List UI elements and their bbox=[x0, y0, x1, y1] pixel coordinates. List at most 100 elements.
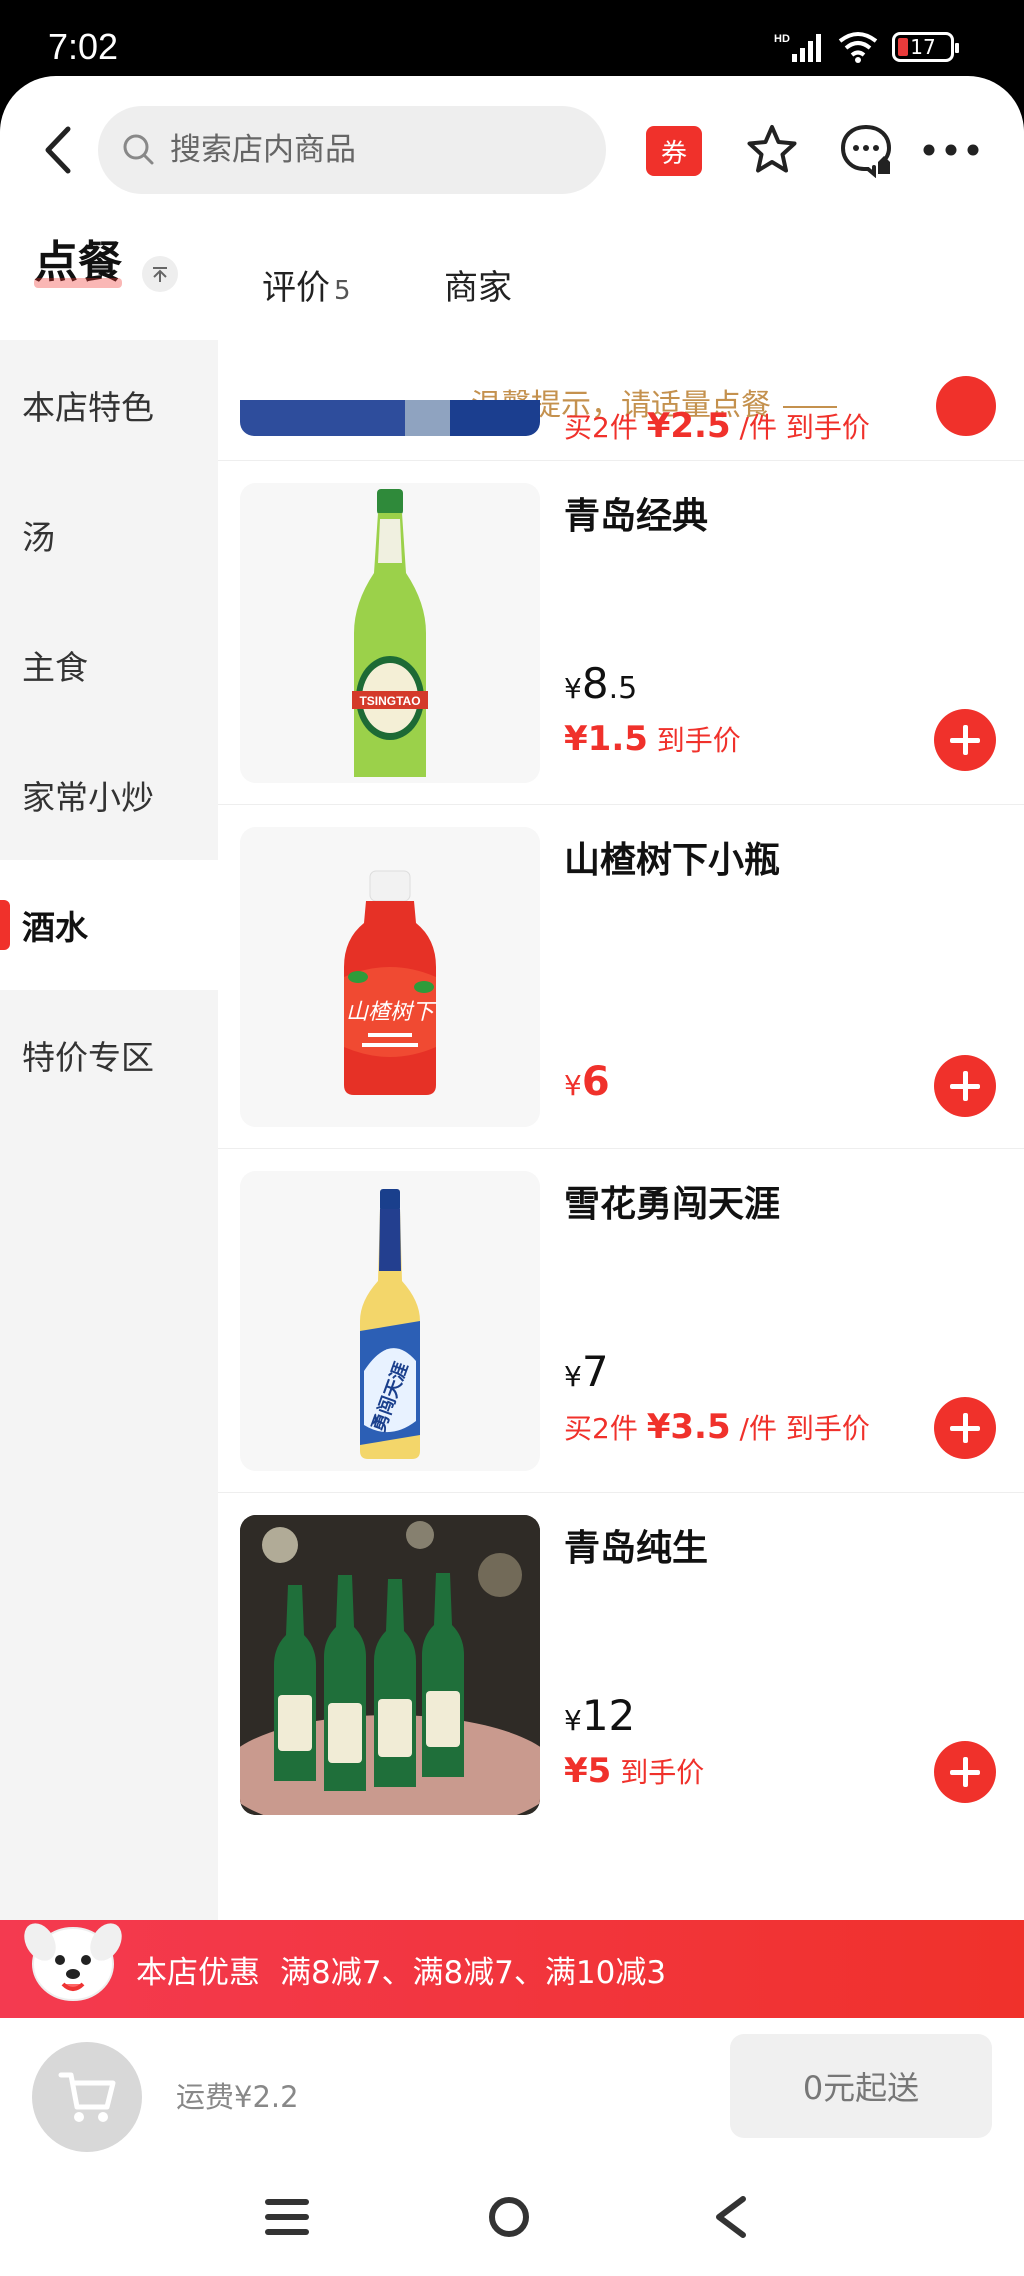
nav-menu-button[interactable] bbox=[252, 2182, 322, 2252]
price-int: 8 bbox=[581, 659, 609, 708]
nav-back-button[interactable] bbox=[696, 2182, 766, 2252]
sidebar-item-label: 本店特色 bbox=[22, 388, 154, 427]
sidebar-empty bbox=[0, 1120, 218, 1920]
coupon-button[interactable]: 券 bbox=[646, 126, 702, 176]
favorite-button[interactable] bbox=[742, 120, 802, 180]
shopping-cart-icon bbox=[58, 2072, 116, 2122]
product-list: 温馨提示，请适量点餐 买2件 ¥2.5 /件 到手价 TSINGTAO 青岛经典… bbox=[218, 340, 1024, 1920]
nav-home-button[interactable] bbox=[474, 2182, 544, 2252]
tab-merchant-label: 商家 bbox=[444, 268, 512, 308]
tab-merchant[interactable]: 商家 bbox=[444, 260, 512, 309]
price-int: 7 bbox=[581, 1347, 609, 1396]
price-dec: .5 bbox=[608, 671, 638, 706]
min-order-button[interactable]: 0元起送 bbox=[730, 2034, 992, 2138]
promo-suffix: /件 到手价 bbox=[739, 411, 870, 444]
blue-beer-bottle-image: 勇闯天涯 bbox=[240, 1171, 540, 1471]
system-nav-bar bbox=[0, 2158, 1024, 2276]
tab-order-label: 点餐 bbox=[34, 237, 122, 288]
sidebar-item-label: 主食 bbox=[22, 648, 88, 687]
product-image[interactable]: 勇闯天涯 bbox=[240, 1171, 540, 1471]
mascot-dog-icon bbox=[24, 1923, 122, 2001]
sidebar-item-drinks[interactable]: 酒水 bbox=[0, 860, 218, 990]
beer-bottles-photo bbox=[240, 1515, 540, 1815]
add-to-cart-button[interactable] bbox=[934, 1397, 996, 1459]
product-image[interactable] bbox=[240, 1515, 540, 1815]
product-item[interactable]: 青岛纯生 ¥12 ¥5 到手价 bbox=[218, 1492, 1024, 1836]
cart-button[interactable] bbox=[32, 2042, 142, 2152]
status-bar: 7:02 HD 17 bbox=[0, 0, 1024, 76]
sidebar-item-stir-fry[interactable]: 家常小炒 bbox=[0, 730, 218, 860]
svg-text:HD: HD bbox=[774, 33, 790, 45]
promo-bar-details: 满8减7、满8减7、满10减3 bbox=[280, 1954, 667, 1991]
back-button[interactable] bbox=[32, 120, 82, 180]
promo-bar-title: 本店优惠 bbox=[136, 1954, 260, 1991]
promo-prefix: 买2件 bbox=[564, 1412, 638, 1445]
battery-icon: 17 bbox=[892, 32, 959, 62]
product-price: ¥7 bbox=[564, 1347, 609, 1396]
tab-reviews-count: 5 bbox=[334, 276, 351, 306]
battery-level: 17 bbox=[910, 35, 936, 59]
product-promo: ¥5 到手价 bbox=[564, 1751, 704, 1791]
tab-order[interactable]: 点餐 bbox=[34, 226, 122, 290]
product-item[interactable]: TSINGTAO 青岛经典 ¥8.5 ¥1.5 到手价 bbox=[218, 460, 1024, 804]
store-promo-bar[interactable]: 本店优惠 满8减7、满8减7、满10减3 bbox=[0, 1920, 1024, 2018]
search-bar[interactable] bbox=[98, 106, 606, 194]
red-juice-bottle-image: 山楂树下 bbox=[240, 827, 540, 1127]
price-symbol: ¥ bbox=[564, 1360, 582, 1393]
add-to-cart-button[interactable] bbox=[934, 1741, 996, 1803]
collapse-arrow-icon bbox=[153, 267, 167, 282]
sidebar-item-label: 汤 bbox=[22, 518, 55, 557]
store-page: 券 点餐 bbox=[0, 76, 1024, 2276]
svg-text:TSINGTAO: TSINGTAO bbox=[359, 694, 420, 708]
promo-price: ¥5 bbox=[564, 1751, 612, 1791]
partial-add-button[interactable] bbox=[936, 376, 996, 436]
more-button[interactable] bbox=[916, 120, 986, 180]
price-symbol: ¥ bbox=[564, 1069, 582, 1102]
green-beer-bottle-image: TSINGTAO bbox=[240, 483, 540, 783]
tab-reviews-label: 评价 bbox=[262, 268, 330, 308]
product-item[interactable]: 山楂树下 山楂树下小瓶 ¥6 bbox=[218, 804, 1024, 1148]
chat-button[interactable] bbox=[836, 120, 896, 180]
promo-suffix: 到手价 bbox=[620, 1756, 705, 1789]
promo-suffix: 到手价 bbox=[656, 724, 741, 757]
promo-price: ¥1.5 bbox=[564, 719, 648, 759]
price-symbol: ¥ bbox=[564, 1704, 582, 1737]
menu-icon bbox=[265, 2199, 309, 2235]
sidebar-item-staple[interactable]: 主食 bbox=[0, 600, 218, 730]
product-name: 青岛纯生 bbox=[564, 1528, 709, 1569]
product-promo: ¥1.5 到手价 bbox=[564, 719, 741, 759]
product-image[interactable]: 山楂树下 bbox=[240, 827, 540, 1127]
tab-reviews[interactable]: 评价 5 bbox=[262, 260, 351, 309]
header: 券 bbox=[0, 76, 1024, 226]
sidebar-item-specialty[interactable]: 本店特色 bbox=[0, 340, 218, 470]
promo-price: ¥2.5 bbox=[646, 406, 731, 446]
add-to-cart-button[interactable] bbox=[934, 1055, 996, 1117]
product-promo: 买2件 ¥3.5 /件 到手价 bbox=[564, 1407, 870, 1447]
search-input[interactable] bbox=[170, 132, 570, 168]
price-int: 6 bbox=[581, 1059, 610, 1105]
add-to-cart-button[interactable] bbox=[934, 709, 996, 771]
promo-suffix: /件 到手价 bbox=[739, 1412, 870, 1445]
coupon-label: 券 bbox=[660, 138, 687, 169]
more-icon bbox=[923, 144, 979, 156]
promo-prefix: 买2件 bbox=[564, 411, 638, 444]
sidebar-item-soup[interactable]: 汤 bbox=[0, 470, 218, 600]
svg-text:山楂树下: 山楂树下 bbox=[346, 1000, 438, 1025]
wifi-icon bbox=[838, 32, 878, 63]
product-name: 山楂树下小瓶 bbox=[564, 840, 781, 881]
sidebar-item-label: 家常小炒 bbox=[22, 778, 154, 817]
partial-product-image[interactable] bbox=[240, 400, 540, 436]
product-item[interactable]: 勇闯天涯 雪花勇闯天涯 ¥7 买2件 ¥3.5 /件 到手价 bbox=[218, 1148, 1024, 1492]
product-price: ¥12 bbox=[564, 1691, 635, 1740]
cart-bar: 运费¥2.2 0元起送 bbox=[0, 2018, 1024, 2158]
sidebar-item-specials[interactable]: 特价专区 bbox=[0, 990, 218, 1120]
star-icon bbox=[747, 125, 797, 173]
partial-product-promo: 买2件 ¥2.5 /件 到手价 bbox=[564, 406, 870, 446]
back-icon bbox=[45, 126, 71, 174]
status-time: 7:02 bbox=[48, 26, 119, 67]
delivery-fee: 运费¥2.2 bbox=[176, 2080, 299, 2114]
search-icon bbox=[123, 134, 154, 165]
product-image[interactable]: TSINGTAO bbox=[240, 483, 540, 783]
category-sidebar: 本店特色 汤 主食 家常小炒 酒水 特价专区 bbox=[0, 340, 218, 1920]
collapse-icon[interactable] bbox=[142, 256, 178, 292]
